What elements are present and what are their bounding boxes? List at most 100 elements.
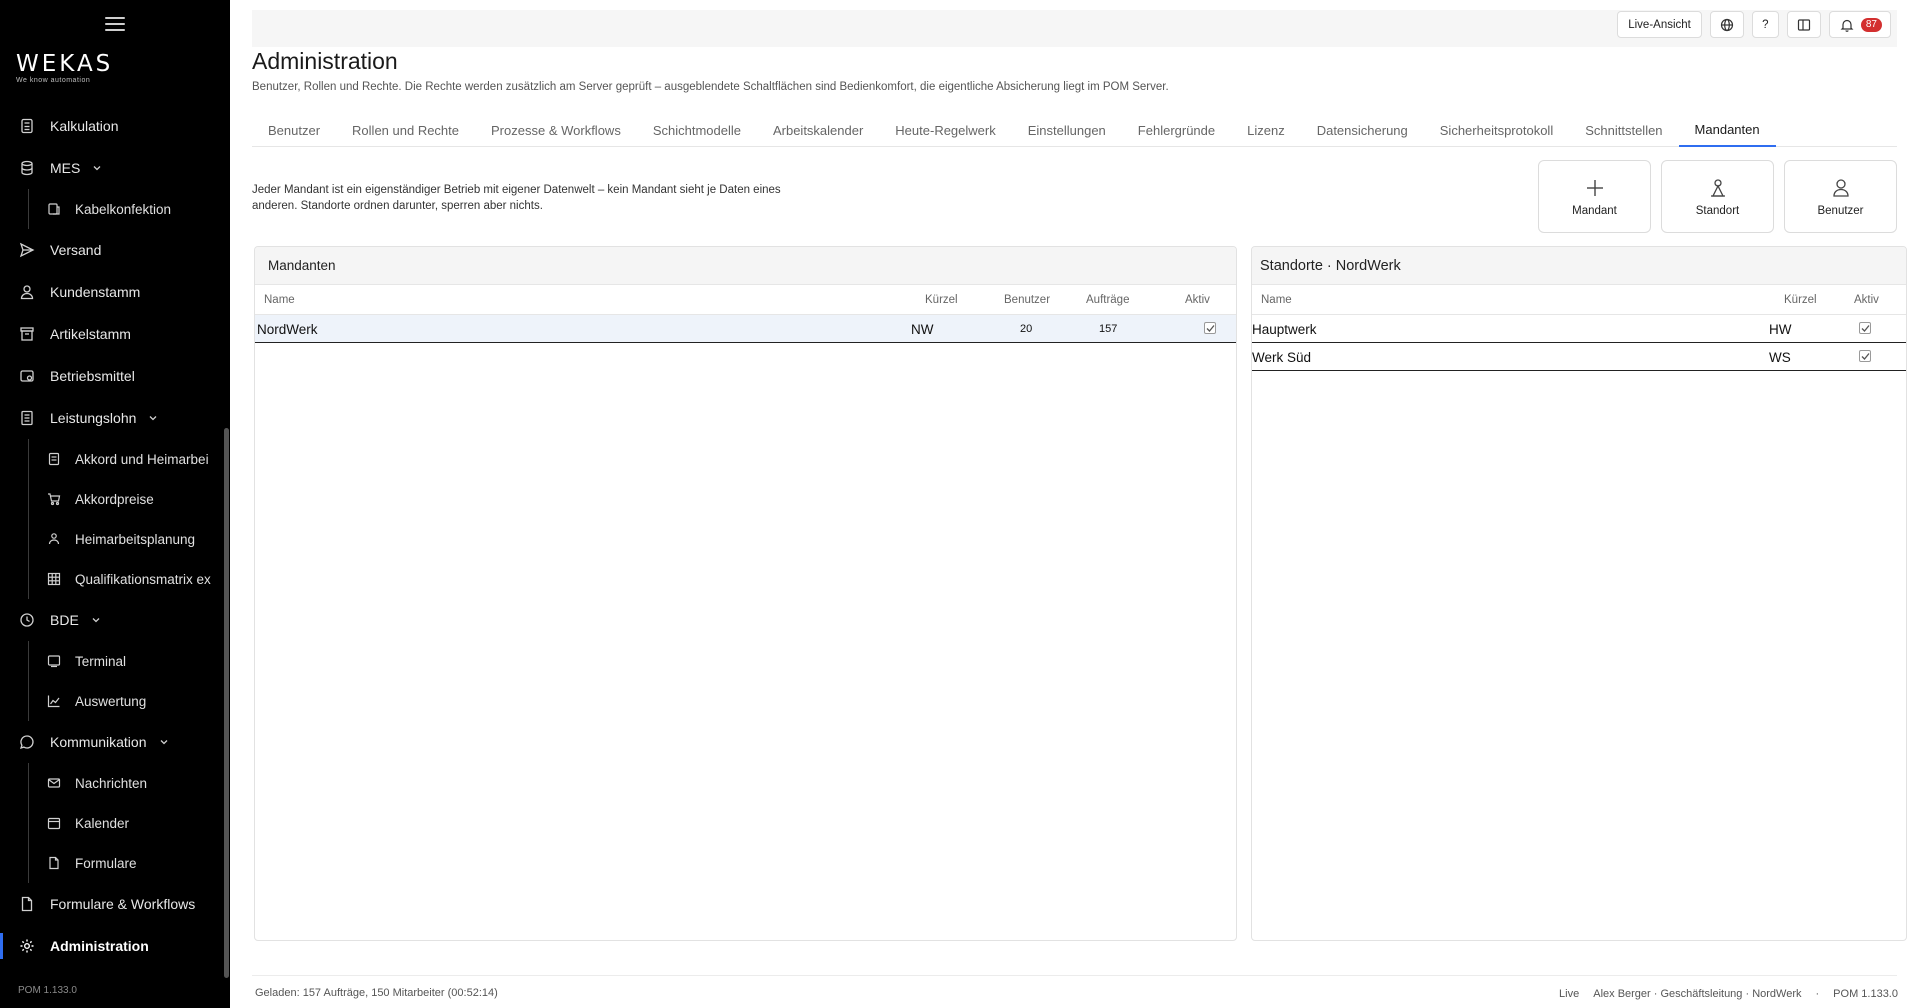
calculator-icon	[21, 118, 33, 134]
sidebar-item-mes[interactable]: MES	[0, 147, 230, 189]
sidebar-item-label: Kommunikation	[50, 734, 147, 750]
sidebar-item-label: Akkord und Heimarbei	[75, 451, 209, 467]
intro-text: Jeder Mandant ist ein eigenständiger Bet…	[252, 182, 832, 214]
help-button[interactable]: ?	[1751, 11, 1779, 38]
sidebar-item-auswertung[interactable]: Auswertung	[0, 681, 230, 721]
tab-rollen-und-rechte[interactable]: Rollen und Rechte	[336, 113, 475, 147]
send-icon	[19, 242, 35, 258]
sidebar-item-formulare-workflows[interactable]: Formulare & Workflows	[0, 883, 230, 925]
column-header-auftraege[interactable]: Aufträge	[1086, 294, 1129, 306]
sidebar-item-artikelstamm[interactable]: Artikelstamm	[0, 313, 230, 355]
logo-tagline: We know automation	[16, 77, 91, 84]
brand-logo: WEKAS We know automation	[16, 52, 136, 84]
standorte-panel: Standorte · NordWerk Name Kürzel Aktiv H…	[1251, 246, 1907, 941]
sidebar-item-betriebsmittel[interactable]: Betriebsmittel	[0, 355, 230, 397]
sidebar-item-kalender[interactable]: Kalender	[0, 803, 230, 843]
sidebar-subgroup-bde: Terminal Auswertung	[0, 641, 230, 721]
admin-tabs: Benutzer Rollen und Rechte Prozesse & Wo…	[252, 113, 1897, 147]
add-benutzer-label: Benutzer	[1817, 204, 1864, 217]
globe-button[interactable]	[1709, 11, 1744, 38]
sidebar-scrollbar[interactable]	[224, 428, 229, 978]
mandant-kuerzel: NW	[911, 322, 934, 337]
tab-arbeitskalender[interactable]: Arbeitskalender	[757, 113, 879, 147]
column-header-aktiv[interactable]: Aktiv	[1185, 294, 1210, 306]
plus-icon	[1586, 179, 1603, 196]
add-standort-button[interactable]: Standort	[1661, 160, 1774, 233]
footer-version: POM 1.133.0	[1833, 988, 1898, 1000]
footer-user: Alex Berger · Geschäftsleitung · NordWer…	[1593, 988, 1802, 1000]
table-row[interactable]: NordWerk NW 20 157	[255, 315, 1236, 343]
standorte-panel-title: Standorte · NordWerk	[1252, 247, 1906, 285]
calculator-icon	[48, 452, 60, 466]
sidebar-item-kabelkonfektion[interactable]: Kabelkonfektion	[0, 189, 230, 229]
sidebar-item-versand[interactable]: Versand	[0, 229, 230, 271]
people-icon	[48, 533, 60, 545]
add-mandant-button[interactable]: Mandant	[1538, 160, 1651, 233]
mail-icon	[47, 778, 61, 788]
aktiv-checkbox[interactable]	[1859, 350, 1871, 362]
archive-icon	[20, 327, 34, 341]
action-buttons: Mandant Standort Benutzer	[1538, 160, 1897, 233]
sidebar-item-akkordpreise[interactable]: Akkordpreise	[0, 479, 230, 519]
sidebar-item-kundenstamm[interactable]: Kundenstamm	[0, 271, 230, 313]
column-header-benutzer[interactable]: Benutzer	[1004, 294, 1050, 306]
mandanten-table-header: Name Kürzel Benutzer Aufträge Aktiv	[255, 285, 1236, 315]
document-icon	[21, 896, 33, 912]
sidebar-item-label: BDE	[50, 612, 79, 628]
chevron-down-icon	[93, 166, 101, 171]
tab-einstellungen[interactable]: Einstellungen	[1012, 113, 1122, 147]
sidebar-item-formulare[interactable]: Formulare	[0, 843, 230, 883]
aktiv-checkbox[interactable]	[1204, 322, 1216, 334]
tab-datensicherung[interactable]: Datensicherung	[1301, 113, 1424, 147]
sidebar-item-label: Kundenstamm	[50, 284, 141, 300]
tab-benutzer[interactable]: Benutzer	[252, 113, 336, 147]
column-header-kuerzel[interactable]: Kürzel	[1784, 294, 1817, 306]
add-benutzer-button[interactable]: Benutzer	[1784, 160, 1897, 233]
column-header-name[interactable]: Name	[1261, 294, 1292, 306]
add-mandant-label: Mandant	[1572, 204, 1617, 217]
sidebar-item-label: Nachrichten	[75, 775, 148, 791]
sidebar-item-label: Qualifikationsmatrix ex	[75, 571, 211, 587]
sidebar-item-label: Akkordpreise	[75, 491, 154, 507]
live-view-button[interactable]: Live-Ansicht	[1617, 11, 1702, 38]
tab-schnittstellen[interactable]: Schnittstellen	[1569, 113, 1678, 147]
sidebar-item-terminal[interactable]: Terminal	[0, 641, 230, 681]
table-row[interactable]: Werk Süd WS	[1252, 343, 1906, 371]
cable-icon	[48, 203, 60, 215]
sidebar-item-leistungslohn[interactable]: Leistungslohn	[0, 397, 230, 439]
gear-icon	[20, 939, 34, 953]
cart-icon	[48, 493, 61, 506]
tab-heute-regelwerk[interactable]: Heute-Regelwerk	[879, 113, 1011, 147]
sidebar-item-label: Auswertung	[75, 693, 147, 709]
column-header-aktiv[interactable]: Aktiv	[1854, 294, 1879, 306]
column-header-name[interactable]: Name	[264, 294, 295, 306]
sidebar-item-label: Heimarbeitsplanung	[75, 531, 196, 547]
sidebar-item-administration[interactable]: Administration	[0, 925, 230, 967]
panel-toggle-button[interactable]	[1786, 11, 1821, 38]
sidebar-item-label: Betriebsmittel	[50, 368, 135, 384]
tab-fehlergruende[interactable]: Fehlergründe	[1122, 113, 1231, 147]
sidebar-item-kalkulation[interactable]: Kalkulation	[0, 105, 230, 147]
tab-lizenz[interactable]: Lizenz	[1231, 113, 1301, 147]
sidebar-item-bde[interactable]: BDE	[0, 599, 230, 641]
tab-mandanten[interactable]: Mandanten	[1678, 113, 1776, 147]
notifications-button[interactable]: 87	[1828, 11, 1891, 38]
sidebar-item-kommunikation[interactable]: Kommunikation	[0, 721, 230, 763]
tab-schichtmodelle[interactable]: Schichtmodelle	[637, 113, 757, 147]
sidebar-item-heimarbeitsplanung[interactable]: Heimarbeitsplanung	[0, 519, 230, 559]
sidebar-item-nachrichten[interactable]: Nachrichten	[0, 763, 230, 803]
mandant-auftraege-count: 157	[1099, 323, 1118, 335]
aktiv-checkbox[interactable]	[1859, 322, 1871, 334]
tab-sicherheitsprotokoll[interactable]: Sicherheitsprotokoll	[1424, 113, 1569, 147]
intro-line-2: anderen. Standorte ordnen darunter, sper…	[252, 200, 543, 212]
chevron-down-icon	[160, 740, 167, 745]
sidebar-item-qualifikationsmatrix[interactable]: Qualifikationsmatrix ex	[0, 559, 230, 599]
standort-kuerzel: WS	[1769, 350, 1791, 365]
tab-prozesse-workflows[interactable]: Prozesse & Workflows	[475, 113, 637, 147]
column-header-kuerzel[interactable]: Kürzel	[925, 294, 958, 306]
table-row[interactable]: Hauptwerk HW	[1252, 315, 1906, 343]
sidebar-item-akkord-heimarbeit[interactable]: Akkord und Heimarbei	[0, 439, 230, 479]
menu-toggle-icon[interactable]	[105, 17, 125, 33]
user-icon	[20, 285, 34, 300]
notification-badge: 87	[1860, 17, 1882, 32]
